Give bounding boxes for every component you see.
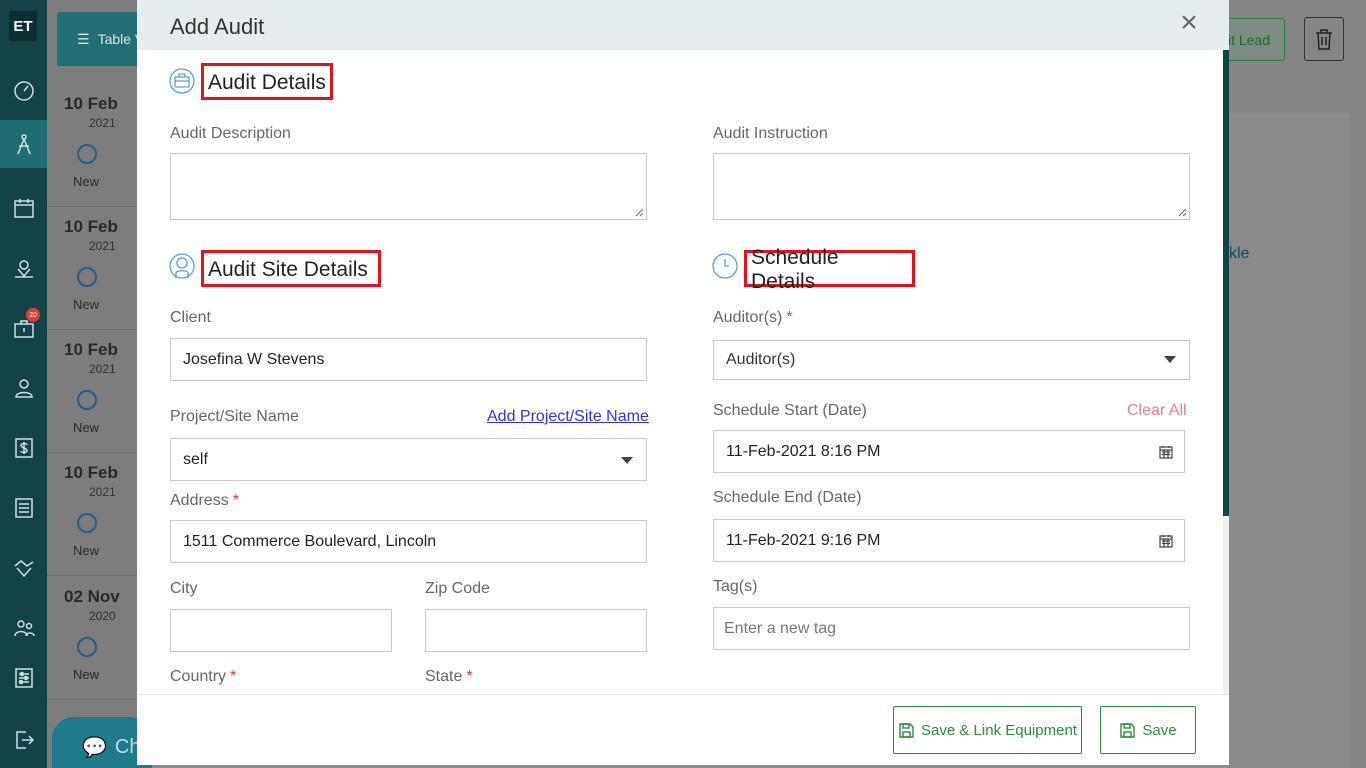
nav-map[interactable]: [0, 244, 47, 292]
briefcase-icon: [169, 68, 195, 94]
nav-rail: ET 20: [0, 0, 47, 768]
list-icon: [14, 498, 33, 518]
schedule-details-heading: Schedule Details: [744, 246, 915, 293]
calendar-icon: [1159, 535, 1173, 548]
schedule-end-label: Schedule End (Date): [713, 489, 862, 506]
address-textarea[interactable]: 1511 Commerce Boulevard, Lincoln: [170, 520, 647, 563]
zip-code-input[interactable]: [425, 609, 647, 652]
dollar-icon: [14, 438, 33, 458]
filter-lines-icon: ☰: [77, 30, 90, 47]
status-circle-icon: [77, 513, 97, 533]
resize-grip-icon: [1178, 208, 1187, 217]
audit-instruction-textarea[interactable]: [713, 153, 1190, 220]
status-circle-icon: [77, 144, 97, 164]
sliders-icon: [14, 668, 33, 688]
nav-audits[interactable]: [0, 120, 47, 168]
status-circle-icon: [77, 637, 97, 657]
chevron-down-icon: [621, 457, 633, 464]
save-link-equipment-button[interactable]: Save & Link Equipment: [893, 706, 1082, 754]
chat-bubble-icon: 💬: [82, 736, 107, 759]
background-panel: [1229, 113, 1349, 768]
compass-icon: [16, 134, 31, 155]
nav-list[interactable]: [0, 484, 47, 532]
users-icon: [13, 620, 35, 637]
list-item[interactable]: 10 Feb 2021 New: [47, 330, 137, 453]
city-label: City: [170, 580, 198, 597]
chevron-down-icon: [1164, 356, 1176, 363]
handshake-icon: [14, 560, 33, 578]
add-project-site-link[interactable]: Add Project/Site Name: [487, 408, 649, 426]
modal-title: Add Audit: [170, 14, 265, 39]
scrollbar-track[interactable]: [1223, 516, 1229, 694]
logout-icon: [15, 731, 34, 749]
nav-jobs[interactable]: 20: [0, 304, 47, 352]
client-label: Client: [170, 309, 211, 326]
add-audit-modal: Add Audit × Audit Details Audit Descript…: [137, 0, 1229, 765]
trash-icon: [1316, 29, 1332, 50]
floppy-disk-icon: [899, 722, 914, 738]
close-icon: ×: [1180, 6, 1198, 39]
floppy-disk-icon: [1120, 722, 1136, 738]
notification-badge: 20: [26, 308, 40, 322]
list-item[interactable]: 10 Feb 2021 New: [47, 453, 137, 576]
nav-invoices[interactable]: [0, 424, 47, 472]
list-item[interactable]: 10 Feb 2021 New: [47, 84, 137, 207]
audit-description-textarea[interactable]: [170, 153, 647, 220]
project-site-label: Project/Site Name: [170, 408, 299, 425]
save-button[interactable]: Save: [1100, 706, 1196, 754]
modal-header: Add Audit ×: [137, 0, 1229, 50]
country-label: Country *: [170, 668, 237, 685]
background-text: kle: [1229, 245, 1250, 262]
user-outline-icon: [169, 253, 195, 279]
status-circle-icon: [77, 267, 97, 287]
audit-details-heading: Audit Details: [201, 63, 333, 100]
zip-code-label: Zip Code: [425, 580, 490, 597]
resize-grip-icon: [635, 208, 644, 217]
tags-label: Tag(s): [713, 578, 758, 595]
project-site-select[interactable]: self: [170, 438, 647, 481]
state-label: State *: [425, 668, 473, 685]
audit-description-label: Audit Description: [170, 125, 291, 142]
clock-icon: [712, 253, 738, 279]
auditors-label: Auditor(s) *: [713, 309, 793, 326]
auditors-select[interactable]: Auditor(s): [713, 340, 1190, 380]
modal-footer: Save & Link Equipment Save: [137, 694, 1229, 765]
map-pin-icon: [14, 260, 33, 278]
close-button[interactable]: ×: [1177, 8, 1201, 38]
user-icon: [14, 379, 33, 398]
list-item[interactable]: 02 Nov 2020 New: [47, 577, 137, 700]
nav-logout[interactable]: [0, 716, 47, 764]
calendar-icon: [1159, 446, 1173, 459]
nav-dashboard[interactable]: [0, 66, 47, 114]
nav-team[interactable]: [0, 604, 47, 652]
calendar-icon: [13, 199, 34, 218]
status-circle-icon: [77, 390, 97, 410]
nav-user[interactable]: [0, 364, 47, 412]
clear-all-link[interactable]: Clear All: [1127, 402, 1187, 420]
schedule-start-input[interactable]: 11-Feb-2021 8:16 PM: [713, 430, 1185, 473]
scrollbar-thumb[interactable]: [1223, 50, 1229, 516]
address-label: Address *: [170, 492, 239, 509]
app-logo: ET: [9, 11, 37, 41]
nav-settings[interactable]: [0, 654, 47, 702]
schedule-start-label: Schedule Start (Date): [713, 402, 867, 419]
schedule-end-input[interactable]: 11-Feb-2021 9:16 PM: [713, 519, 1185, 562]
city-input[interactable]: [170, 609, 392, 652]
tags-input[interactable]: Enter a new tag: [713, 607, 1190, 650]
nav-handshake[interactable]: [0, 544, 47, 592]
nav-calendar[interactable]: [0, 184, 47, 232]
delete-button[interactable]: [1304, 17, 1344, 61]
gauge-icon: [13, 81, 34, 101]
audit-instruction-label: Audit Instruction: [713, 125, 828, 142]
list-item[interactable]: 10 Feb 2021 New: [47, 207, 137, 330]
client-input[interactable]: Josefina W Stevens: [170, 338, 647, 381]
audit-site-details-heading: Audit Site Details: [201, 250, 381, 287]
